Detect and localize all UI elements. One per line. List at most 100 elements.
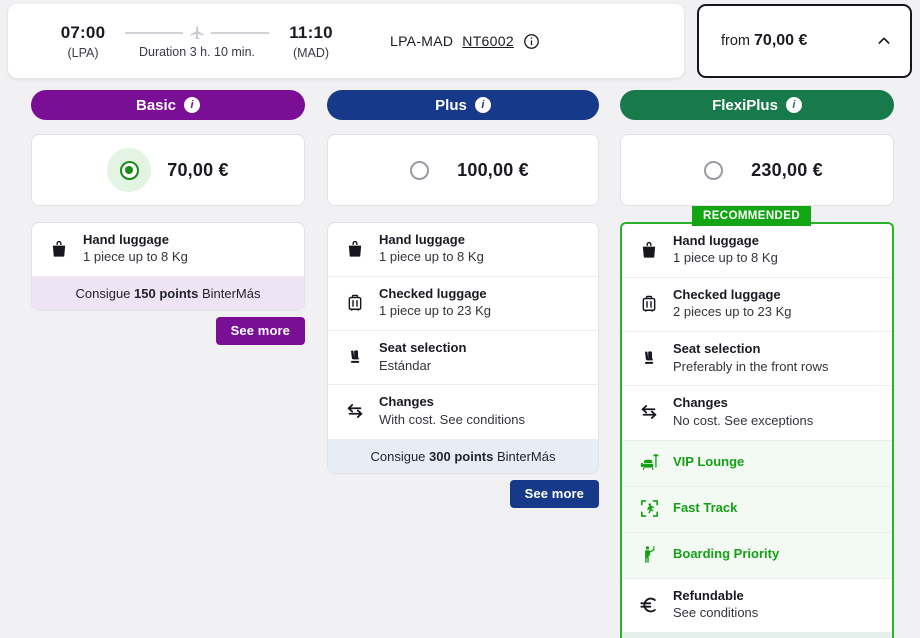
recommended-badge: RECOMMENDED (692, 206, 811, 226)
feature-text: Boarding Priority (673, 546, 779, 562)
info-circle-icon[interactable]: i (184, 97, 200, 113)
feature-subtitle: 2 pieces up to 23 Kg (673, 304, 792, 321)
route-info: LPA-MAD NT6002 (390, 33, 540, 50)
fare-features-plus: Hand luggage 1 piece up to 8 Kg Checked … (327, 222, 599, 474)
feature-text: Hand luggage 1 piece up to 8 Kg (379, 232, 484, 266)
flight-path (114, 24, 280, 42)
feature-row: Seat selection Preferably in the front r… (622, 332, 892, 386)
fare-selection-page: 07:00 (LPA) Duration 3 h. 10 min. (0, 0, 920, 638)
fare-radio-flexiplus[interactable] (691, 148, 735, 192)
seat-icon (638, 348, 660, 368)
loyalty-points-banner-plus: Consigue 300 points BinterMás (328, 440, 598, 473)
fare-header-plus[interactable]: Plus i (327, 90, 599, 120)
arrival-block: 11:10 (MAD) (280, 23, 342, 60)
info-circle-icon[interactable]: i (475, 97, 491, 113)
see-more-row-plus: See more (327, 480, 599, 508)
feature-title: Checked luggage (673, 287, 792, 303)
feature-subtitle: 1 piece up to 8 Kg (83, 249, 188, 266)
seat-icon (344, 347, 366, 367)
departure-airport: (LPA) (52, 46, 114, 60)
price-summary-text: from 70,00 € (721, 32, 807, 50)
feature-title: Changes (379, 394, 525, 410)
price-prefix: from (721, 33, 750, 49)
feature-text: Hand luggage 1 piece up to 8 Kg (83, 232, 188, 266)
hand-luggage-icon (48, 239, 70, 259)
fare-column-flexiplus: FlexiPlus i 230,00 € RECOMMENDED Hand lu… (620, 90, 894, 638)
checked-luggage-icon (344, 293, 366, 313)
fare-features-basic: Hand luggage 1 piece up to 8 Kg Consigue… (31, 222, 305, 311)
points-value: 150 points (134, 286, 198, 301)
feature-text: Checked luggage 2 pieces up to 23 Kg (673, 287, 792, 321)
fare-price: 70,00 € (167, 160, 228, 181)
see-more-button-basic[interactable]: See more (216, 317, 305, 345)
departure-time: 07:00 (52, 23, 114, 43)
info-circle-icon[interactable] (523, 33, 540, 50)
arrival-time: 11:10 (280, 23, 342, 43)
points-program: BinterMás (202, 286, 261, 301)
fare-header-basic[interactable]: Basic i (31, 90, 305, 120)
flight-leg: 07:00 (LPA) Duration 3 h. 10 min. (52, 23, 342, 60)
radio-mark (120, 161, 139, 180)
loyalty-points-banner-basic: Consigue 150 points BinterMás (32, 277, 304, 310)
fare-features-flexiplus: Hand luggage 1 piece up to 8 Kg Checked … (620, 222, 894, 638)
feature-row: Hand luggage 1 piece up to 8 Kg (32, 223, 304, 277)
feature-text: VIP Lounge (673, 454, 744, 470)
radio-mark (410, 161, 429, 180)
flight-summary-row: 07:00 (LPA) Duration 3 h. 10 min. (0, 0, 920, 82)
feature-text: Changes No cost. See exceptions (673, 395, 813, 429)
feature-row: Hand luggage 1 piece up to 8 Kg (328, 223, 598, 277)
feature-title: Seat selection (379, 340, 466, 356)
fare-radio-basic[interactable] (107, 148, 151, 192)
feature-title: Hand luggage (673, 233, 778, 249)
feature-text: Changes With cost. See conditions (379, 394, 525, 428)
fare-price-card-plus[interactable]: 100,00 € (327, 134, 599, 206)
fare-name: Basic (136, 97, 176, 114)
fare-header-flexiplus[interactable]: FlexiPlus i (620, 90, 894, 120)
feature-title: Changes (673, 395, 813, 411)
airplane-icon (188, 24, 206, 42)
feature-title: Hand luggage (83, 232, 188, 248)
feature-title: Boarding Priority (673, 546, 779, 562)
feature-row: VIP Lounge (622, 441, 892, 487)
feature-row: Refundable See conditions (622, 579, 892, 633)
route-label: LPA-MAD (390, 33, 453, 49)
radio-mark (704, 161, 723, 180)
feature-subtitle: No cost. See exceptions (673, 413, 813, 430)
chevron-up-icon[interactable] (876, 33, 892, 49)
points-program: BinterMás (497, 449, 556, 464)
points-value: 300 points (429, 449, 493, 464)
info-circle-icon[interactable]: i (786, 97, 802, 113)
feature-row: Hand luggage 1 piece up to 8 Kg (622, 224, 892, 278)
fare-radio-plus[interactable] (397, 148, 441, 192)
arrival-airport: (MAD) (280, 46, 342, 60)
fare-price: 100,00 € (457, 160, 529, 181)
feature-title: Hand luggage (379, 232, 484, 248)
vip-lounge-icon (638, 452, 660, 473)
hand-luggage-icon (344, 239, 366, 259)
path-line-left (125, 32, 183, 34)
see-more-button-plus[interactable]: See more (510, 480, 599, 508)
feature-row: Changes With cost. See conditions (328, 385, 598, 439)
fare-price-card-basic[interactable]: 70,00 € (31, 134, 305, 206)
fare-column-plus: Plus i 100,00 € Hand luggage 1 piece up … (327, 90, 599, 508)
price-amount: 70,00 € (754, 32, 807, 49)
feature-subtitle: With cost. See conditions (379, 412, 525, 429)
points-prefix: Consigue (75, 286, 130, 301)
fare-name: Plus (435, 97, 467, 114)
feature-title: Seat selection (673, 341, 828, 357)
feature-subtitle: See conditions (673, 605, 758, 622)
fare-column-basic: Basic i 70,00 € Hand luggage 1 piece up … (31, 90, 305, 345)
changes-arrows-icon (638, 401, 660, 423)
feature-row: Changes No cost. See exceptions (622, 386, 892, 440)
feature-subtitle: 1 piece up to 8 Kg (673, 250, 778, 267)
flight-summary-card: 07:00 (LPA) Duration 3 h. 10 min. (8, 4, 684, 78)
flight-number-link[interactable]: NT6002 (462, 33, 514, 49)
feature-subtitle: 1 piece up to 23 Kg (379, 303, 491, 320)
price-summary-toggle[interactable]: from 70,00 € (697, 4, 912, 78)
fare-name: FlexiPlus (712, 97, 778, 114)
hand-luggage-icon (638, 240, 660, 260)
feature-text: Checked luggage 1 piece up to 23 Kg (379, 286, 491, 320)
fare-price-card-flexiplus[interactable]: 230,00 € (620, 134, 894, 206)
feature-row: Checked luggage 2 pieces up to 23 Kg (622, 278, 892, 332)
feature-text: Seat selection Estándar (379, 340, 466, 374)
